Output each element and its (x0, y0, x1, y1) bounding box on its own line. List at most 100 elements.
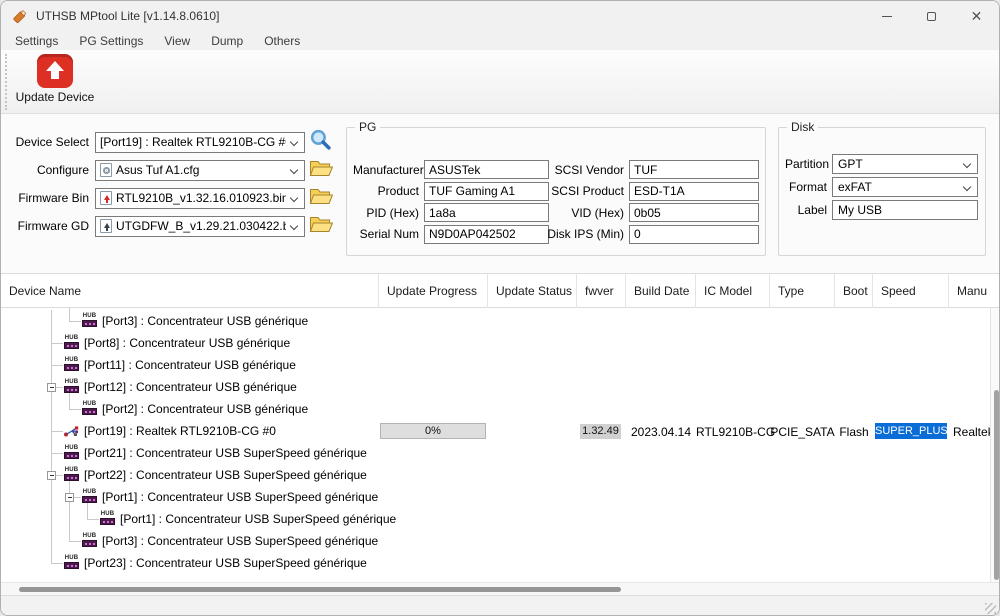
pg-legend: PG (355, 120, 380, 134)
toolbar-gripper[interactable] (5, 54, 7, 110)
vertical-scrollbar[interactable] (990, 308, 1000, 582)
pg-groupbox: PG ManufacturerASUSTekProductTUF Gaming … (346, 127, 766, 256)
title-bar: UTHSB MPtool Lite [v1.14.8.0610] ✕ (1, 1, 999, 31)
device-name-label: [Port22] : Concentrateur USB SuperSpeed … (84, 468, 367, 482)
tree-row-port3[interactable]: HUB[Port3] : Concentrateur USB SuperSpee… (1, 530, 990, 552)
toolbar: Update Device (1, 50, 999, 114)
browse-folder-button[interactable] (309, 159, 335, 181)
column-header-device-name[interactable]: Device Name (1, 274, 379, 308)
update-device-label: Update Device (9, 90, 101, 104)
column-header-update-status[interactable]: Update Status (488, 274, 577, 308)
column-header-manu[interactable]: Manu (949, 274, 1000, 308)
disk-legend: Disk (787, 120, 818, 134)
tree-row-port19[interactable]: [Port19] : Realtek RTL9210B-CG #00%1.32.… (1, 420, 990, 442)
field-label: Disk IPS (Min) (492, 227, 624, 241)
pg-input-vid-hex-[interactable]: 0b05 (629, 203, 759, 222)
folder-icon (309, 186, 333, 210)
column-header-ic-model[interactable]: IC Model (696, 274, 770, 308)
menu-item-view[interactable]: View (156, 34, 198, 48)
resize-grip-icon[interactable] (985, 603, 996, 614)
tree-row-port21[interactable]: HUB[Port21] : Concentrateur USB SuperSpe… (1, 442, 990, 464)
minimize-button[interactable] (864, 1, 909, 31)
disk-row-format: Format exFAT (785, 177, 978, 197)
format-select[interactable]: exFAT (832, 177, 978, 197)
maximize-button[interactable] (909, 1, 954, 31)
collapse-expander-icon[interactable] (47, 471, 56, 480)
pg-input-disk-ips-min-[interactable]: 0 (629, 225, 759, 244)
combo-device-select[interactable]: [Port19] : Realtek RTL9210B-CG #0 (95, 132, 305, 153)
chevron-down-icon (963, 160, 971, 168)
combo-firmware-gd[interactable]: UTGDFW_B_v1.29.21.030422.bin (95, 216, 305, 237)
horizontal-scrollbar[interactable] (1, 582, 999, 595)
tree-connector-line (51, 453, 63, 454)
menu-item-pg-settings[interactable]: PG Settings (71, 34, 151, 48)
window-title: UTHSB MPtool Lite [v1.14.8.0610] (36, 9, 219, 23)
table-header: Device NameUpdate ProgressUpdate Statusf… (1, 273, 999, 308)
field-label: PID (Hex) (353, 206, 419, 220)
device-name-label: [Port1] : Concentrateur USB SuperSpeed g… (102, 490, 378, 504)
tree-row-port23[interactable]: HUB[Port23] : Concentrateur USB SuperSpe… (1, 552, 990, 574)
search-icon (309, 128, 332, 156)
form-row-0: Device Select[Port19] : Realtek RTL9210B… (1, 131, 335, 153)
usb-device-icon (63, 423, 79, 439)
tree-connector-line (51, 365, 63, 366)
browse-folder-button[interactable] (309, 187, 335, 209)
manufacturer-value: Realtek (953, 425, 990, 439)
device-form: Device Select[Port19] : Realtek RTL9210B… (1, 131, 335, 243)
disk-label-input[interactable]: My USB (832, 200, 978, 220)
menu-item-settings[interactable]: Settings (7, 34, 66, 48)
field-label: Firmware Bin (1, 191, 89, 205)
combo-value: [Port19] : Realtek RTL9210B-CG #0 (100, 135, 286, 149)
field-label: VID (Hex) (492, 206, 624, 220)
usb-hub-icon: HUB (63, 379, 80, 395)
close-button[interactable]: ✕ (954, 1, 999, 31)
horizontal-scrollbar-thumb[interactable] (19, 587, 621, 592)
tree-row-port11[interactable]: HUB[Port11] : Concentrateur USB génériqu… (1, 354, 990, 376)
speed-badge: SUPER_PLUS (875, 423, 947, 439)
browse-folder-button[interactable] (309, 215, 335, 237)
pg-row-right-1: SCSI ProductESD-T1A (492, 182, 759, 201)
tree-row-port12[interactable]: HUB[Port12] : Concentrateur USB génériqu… (1, 376, 990, 398)
search-button[interactable] (309, 131, 335, 153)
column-header-fwver[interactable]: fwver (577, 274, 626, 308)
pg-input-scsi-vendor[interactable]: TUF (629, 160, 759, 179)
tree-row-port1[interactable]: HUB[Port1] : Concentrateur USB SuperSpee… (1, 508, 990, 530)
tree-row-port8[interactable]: HUB[Port8] : Concentrateur USB générique (1, 332, 990, 354)
device-name-label: [Port21] : Concentrateur USB SuperSpeed … (84, 446, 367, 460)
field-label: Label (785, 203, 827, 217)
cfg-file-icon (100, 163, 112, 177)
usb-hub-icon: HUB (63, 555, 80, 571)
column-header-build-date[interactable]: Build Date (626, 274, 696, 308)
minimize-icon (882, 16, 892, 17)
column-header-boot[interactable]: Boot (835, 274, 873, 308)
tree-row-port3[interactable]: HUB[Port3] : Concentrateur USB générique (1, 310, 990, 332)
update-device-button[interactable]: Update Device (9, 52, 101, 112)
form-row-1: ConfigureAsus Tuf A1.cfg (1, 159, 335, 181)
partition-select[interactable]: GPT (832, 154, 978, 174)
field-value: GPT (838, 157, 863, 171)
pg-row-right-0: SCSI VendorTUF (492, 160, 759, 179)
field-label: Serial Num (353, 227, 419, 241)
collapse-expander-icon[interactable] (65, 493, 74, 502)
collapse-expander-icon[interactable] (47, 383, 56, 392)
tree-connector-line (51, 343, 63, 344)
chevron-down-icon (290, 165, 298, 173)
tree-row-port22[interactable]: HUB [Port22] : Concentrateur USB SuperSpe… (1, 464, 990, 486)
vertical-scrollbar-thumb[interactable] (994, 390, 999, 580)
usb-hub-icon: HUB (63, 467, 80, 483)
disk-row-partition: PartitionGPT (785, 154, 978, 174)
menu-item-dump[interactable]: Dump (203, 34, 251, 48)
folder-icon (309, 158, 333, 182)
field-label: Format (785, 180, 827, 194)
tree-row-port1[interactable]: HUB[Port1] : Concentrateur USB SuperSpee… (1, 486, 990, 508)
combo-firmware-bin[interactable]: RTL9210B_v1.32.16.010923.bin (95, 188, 305, 209)
column-header-type[interactable]: Type (770, 274, 835, 308)
column-header-update-progress[interactable]: Update Progress (379, 274, 488, 308)
menu-item-others[interactable]: Others (256, 34, 308, 48)
usb-hub-icon: HUB (63, 357, 80, 373)
combo-configure[interactable]: Asus Tuf A1.cfg (95, 160, 305, 181)
column-header-speed[interactable]: Speed (873, 274, 949, 308)
tree-row-port2[interactable]: HUB[Port2] : Concentrateur USB générique (1, 398, 990, 420)
pg-input-scsi-product[interactable]: ESD-T1A (629, 182, 759, 201)
disk-row-label: Label My USB (785, 200, 978, 220)
